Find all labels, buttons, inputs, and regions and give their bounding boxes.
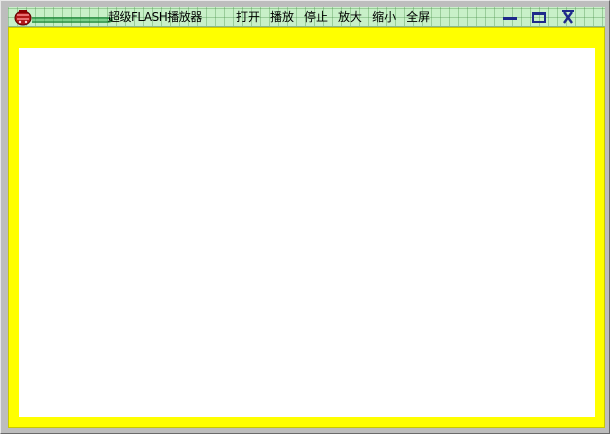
menu-item-fullscreen[interactable]: 全屏 <box>406 10 430 24</box>
close-icon <box>562 10 574 24</box>
close-button[interactable] <box>558 8 578 26</box>
minimize-button[interactable] <box>500 8 520 26</box>
title-bar[interactable]: 超级FLASH播放器 打开 播放 停止 放大 缩小 全屏 <box>8 7 605 27</box>
menu-item-open[interactable]: 打开 <box>236 10 260 24</box>
flash-player-area[interactable] <box>19 48 595 417</box>
menu-item-play[interactable]: 播放 <box>270 10 294 24</box>
window-title: 超级FLASH播放器 <box>108 10 202 24</box>
maximize-icon <box>532 12 546 23</box>
menu-item-zoom-out[interactable]: 缩小 <box>372 10 396 24</box>
maximize-button[interactable] <box>529 8 549 26</box>
app-window: 超级FLASH播放器 打开 播放 停止 放大 缩小 全屏 <box>0 0 610 434</box>
menu-item-zoom-in[interactable]: 放大 <box>338 10 362 24</box>
menu-bar: 打开 播放 停止 放大 缩小 全屏 <box>236 10 430 24</box>
title-bar-decoration <box>30 11 114 23</box>
player-frame <box>8 27 605 428</box>
minimize-icon <box>503 17 517 20</box>
menu-item-stop[interactable]: 停止 <box>304 10 328 24</box>
